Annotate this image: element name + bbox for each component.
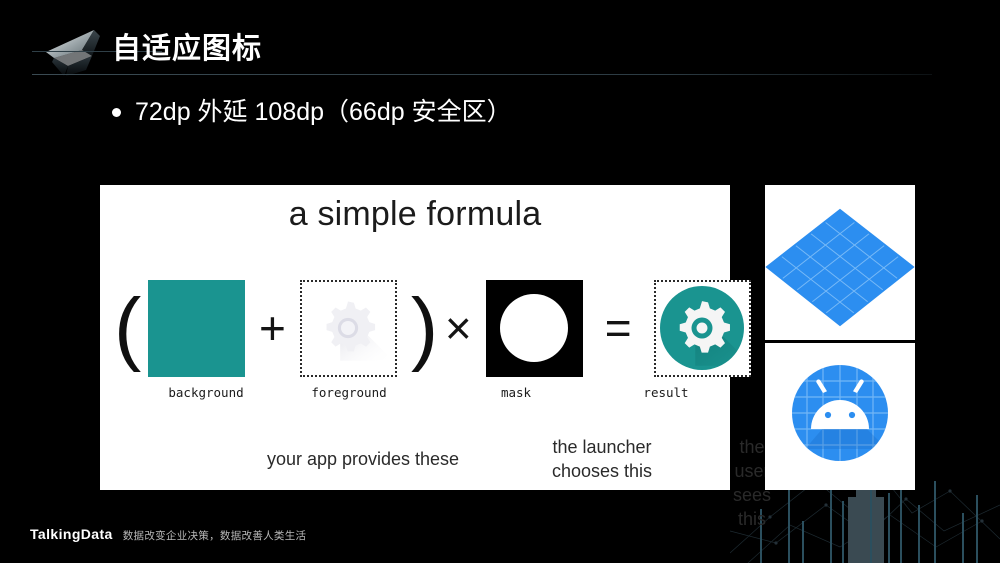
tile-mask xyxy=(485,279,583,377)
tile-labels: background foreground mask result xyxy=(114,385,716,403)
formula-row: ( +) × = xyxy=(114,263,751,393)
result-circle-shape xyxy=(660,286,745,370)
tile-result xyxy=(653,279,751,377)
tile-foreground xyxy=(299,279,397,377)
mask-circle-shape xyxy=(500,294,569,362)
bullet-dot-icon xyxy=(112,107,121,117)
label-background: background xyxy=(168,385,244,400)
image-panel-grid-plane xyxy=(765,185,915,340)
label-foreground: foreground xyxy=(311,385,387,400)
caption-app-provides: your app provides these xyxy=(266,449,460,469)
open-paren: ( xyxy=(114,282,142,374)
label-mask: mask xyxy=(500,385,532,400)
slide-root: 自适应图标 72dp 外延 108dp（66dp 安全区） a simple f… xyxy=(0,0,1000,563)
page-title: 自适应图标 xyxy=(112,33,263,65)
figure-captions: your app provides these the launcher cho… xyxy=(100,425,771,529)
blue-grid-plane-icon xyxy=(765,208,915,327)
figure-panel: a simple formula ( +) × = background fo… xyxy=(100,185,771,529)
close-paren: ) xyxy=(410,282,439,374)
bullet-item: 72dp 外延 108dp（66dp 安全区） xyxy=(112,94,512,130)
footer: TalkingData 数据改变企业决策，数据改善人类生活 xyxy=(30,526,306,543)
image-panel-android-robot xyxy=(765,343,915,490)
gear-icon xyxy=(326,301,388,361)
figure-title: a simple formula xyxy=(288,195,542,233)
caption-launcher-chooses: the launcher chooses this xyxy=(551,437,653,481)
operator-times: × xyxy=(444,302,472,354)
brand-name: TalkingData xyxy=(30,526,113,542)
operator-plus: + xyxy=(259,302,286,354)
gear-icon-result xyxy=(679,301,745,366)
brand-tagline: 数据改变企业决策，数据改善人类生活 xyxy=(122,530,307,542)
operator-equals: = xyxy=(604,302,632,354)
android-robot-icon xyxy=(792,365,888,461)
bullet-text: 72dp 外延 108dp（66dp 安全区） xyxy=(135,98,512,126)
slide-header: 自适应图标 xyxy=(0,0,1000,90)
tile-background xyxy=(148,279,245,377)
header-divider xyxy=(32,74,932,75)
label-result: result xyxy=(643,385,689,400)
